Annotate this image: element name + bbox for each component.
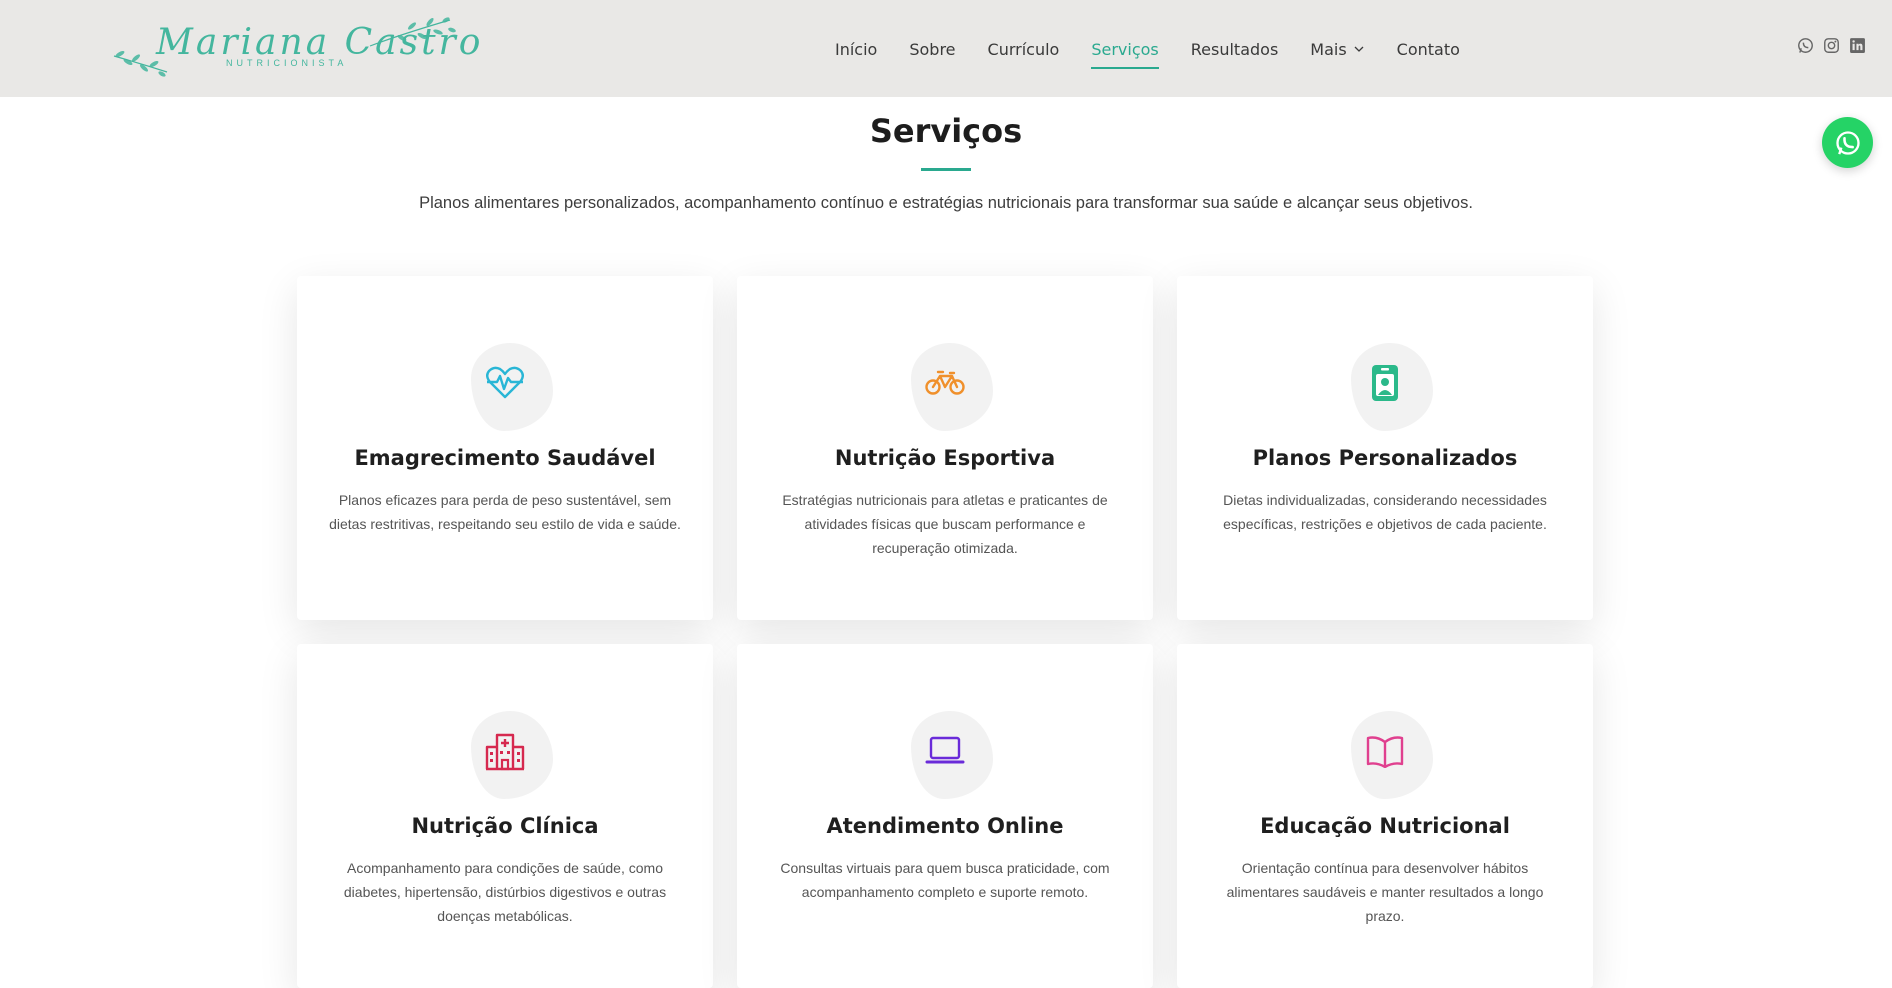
heart-pulse-icon	[483, 361, 527, 405]
hospital-icon	[483, 729, 527, 773]
section-description: Planos alimentares personalizados, acomp…	[419, 194, 1473, 212]
brand-name: Mariana Castro	[156, 22, 484, 63]
social-links	[1788, 36, 1866, 54]
card-description: Acompanhamento para condições de saúde, …	[343, 860, 667, 924]
bicycle-icon	[923, 361, 967, 405]
service-card-emagrecimento[interactable]: Emagrecimento Saudável Planos eficazes p…	[297, 276, 713, 620]
nav-item-curriculo[interactable]: Currículo	[988, 37, 1060, 61]
nav-item-inicio[interactable]: Início	[835, 37, 877, 61]
whatsapp-icon[interactable]	[1796, 36, 1814, 54]
nav-item-sobre[interactable]: Sobre	[909, 37, 955, 61]
card-description: Orientação contínua para desenvolver háb…	[1226, 860, 1544, 924]
service-card-esportiva[interactable]: Nutrição Esportiva Estratégias nutricion…	[737, 276, 1153, 620]
card-title: Nutrição Esportiva	[834, 446, 1056, 470]
service-card-online[interactable]: Atendimento Online Consultas virtuais pa…	[737, 644, 1153, 988]
service-card-educacao[interactable]: Educação Nutricional Orientação contínua…	[1177, 644, 1593, 988]
card-title: Nutrição Clínica	[411, 814, 599, 838]
card-description: Dietas individualizadas, considerando ne…	[1223, 492, 1547, 532]
nav-item-servicos[interactable]: Serviços	[1091, 37, 1160, 69]
instagram-icon[interactable]	[1822, 36, 1840, 54]
whatsapp-float-button[interactable]	[1822, 117, 1873, 168]
nav-item-resultados[interactable]: Resultados	[1191, 37, 1279, 61]
card-description: Planos eficazes para perda de peso suste…	[329, 492, 681, 532]
card-description: Consultas virtuais para quem busca prati…	[780, 860, 1110, 900]
card-title: Planos Personalizados	[1252, 446, 1518, 470]
laptop-icon	[923, 729, 967, 773]
section-title: Serviços	[869, 112, 1023, 150]
linkedin-icon[interactable]	[1848, 36, 1866, 54]
card-title: Educação Nutricional	[1260, 814, 1510, 838]
brand-logo[interactable]: Mariana Castro NUTRICIONISTA	[112, 14, 480, 80]
book-open-icon	[1363, 729, 1407, 773]
nav-item-mais-label: Mais	[1310, 39, 1347, 59]
service-card-personalizados[interactable]: Planos Personalizados Dietas individuali…	[1177, 276, 1593, 620]
card-title: Atendimento Online	[826, 814, 1064, 838]
badge-user-icon	[1363, 361, 1407, 405]
whatsapp-icon	[1835, 130, 1860, 155]
card-description: Estratégias nutricionais para atletas e …	[782, 492, 1108, 556]
card-title: Emagrecimento Saudável	[354, 446, 656, 470]
service-card-clinica[interactable]: Nutrição Clínica Acompanhamento para con…	[297, 644, 713, 988]
brand-subtitle: NUTRICIONISTA	[226, 58, 348, 68]
nav-item-contato[interactable]: Contato	[1397, 37, 1460, 61]
title-underline	[921, 168, 971, 171]
site-header: Mariana Castro NUTRICIONISTA Início Sobr…	[0, 0, 1892, 97]
chevron-down-icon	[1354, 46, 1364, 52]
main-nav: Início Sobre Currículo Serviços Resultad…	[835, 37, 1492, 69]
nav-item-mais[interactable]: Mais	[1310, 37, 1364, 61]
